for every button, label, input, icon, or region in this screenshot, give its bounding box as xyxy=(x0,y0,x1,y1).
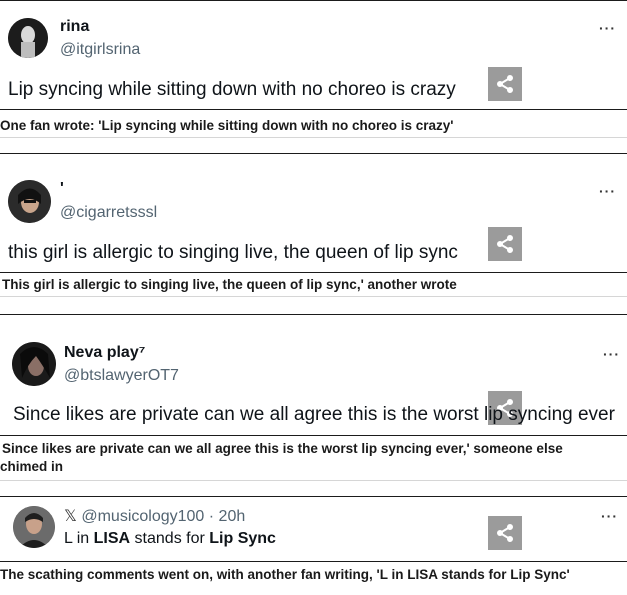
caption: One fan wrote: 'Lip syncing while sittin… xyxy=(0,118,454,133)
tweet-text-bold-lisa: LISA xyxy=(93,530,131,547)
share-icon[interactable] xyxy=(488,67,522,101)
author-handle[interactable]: @cigarretsssl xyxy=(60,204,157,222)
tweet-text: this girl is allergic to singing live, t… xyxy=(8,242,458,263)
tweet-text-mid: stands for xyxy=(130,530,210,547)
avatar[interactable] xyxy=(13,506,55,548)
tweet-text-bold-lipsync: Lip Sync xyxy=(209,530,276,547)
more-dots-icon[interactable]: ··· xyxy=(603,346,620,362)
caption-line-2: chimed in xyxy=(0,459,64,474)
caption: The scathing comments went on, with anot… xyxy=(0,567,570,582)
author-handle-line: 𝕏 @musicology100 · 20h xyxy=(64,506,245,526)
caption: This girl is allergic to singing live, t… xyxy=(2,277,457,292)
avatar[interactable] xyxy=(8,180,51,223)
tweet-text: L in LISA stands for Lip Sync xyxy=(64,530,276,548)
author-handle[interactable]: @btslawyerOT7 xyxy=(64,367,179,385)
author-name[interactable]: ' xyxy=(60,180,64,198)
x-logo-icon: 𝕏 xyxy=(64,508,77,525)
avatar[interactable] xyxy=(12,342,56,386)
caption-line-1: Since likes are private can we all agree… xyxy=(2,441,563,456)
tweet-text: Lip syncing while sitting down with no c… xyxy=(8,79,456,100)
tweet-text-pre: L in xyxy=(64,530,94,547)
more-dots-icon[interactable]: ··· xyxy=(601,508,618,524)
more-dots-icon[interactable]: ··· xyxy=(599,20,616,36)
author-name[interactable]: rina xyxy=(60,18,89,36)
author-handle[interactable]: @itgirlsrina xyxy=(60,41,140,59)
share-icon[interactable] xyxy=(488,227,522,261)
avatar[interactable] xyxy=(8,18,48,58)
timestamp[interactable]: 20h xyxy=(219,508,246,525)
more-dots-icon[interactable]: ··· xyxy=(599,183,616,199)
author-name[interactable]: Neva play⁷ xyxy=(64,344,145,362)
separator: · xyxy=(208,508,215,525)
tweet-text: Since likes are private can we all agree… xyxy=(13,404,615,425)
share-icon[interactable] xyxy=(488,516,522,550)
author-handle[interactable]: @musicology100 xyxy=(81,508,204,525)
